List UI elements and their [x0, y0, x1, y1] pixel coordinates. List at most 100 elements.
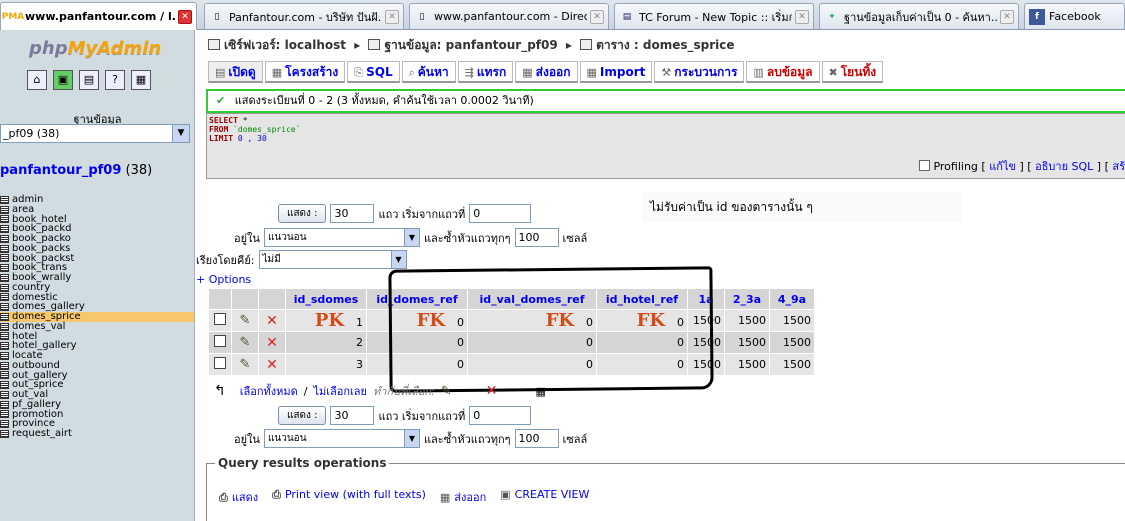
row-checkbox[interactable]	[214, 357, 226, 369]
export-icon[interactable]: ▦	[535, 385, 545, 398]
tab-insert[interactable]: ⇶ แทรก	[457, 61, 514, 83]
check-all-link[interactable]: เลือกทั้งหมด	[240, 382, 298, 400]
table-row[interactable]: ✎ ✕ 2 0 0 0 1500 1500 1500	[209, 332, 814, 353]
table-cell[interactable]: 0	[597, 354, 687, 375]
table-row[interactable]: ✎ ✕ PK 1 FK 0 FK 0 FK 0 1500 1500 1500	[209, 310, 814, 331]
export-link[interactable]: ▦ ส่งออก	[440, 488, 486, 506]
pencil-icon[interactable]: ✎	[240, 313, 251, 328]
database-select[interactable]: _pf09 (38) ▼	[0, 124, 190, 143]
tab-search[interactable]: ⌕ ค้นหา	[401, 61, 456, 83]
row-checkbox[interactable]	[214, 313, 226, 325]
pencil-icon[interactable]: ✎	[240, 357, 251, 372]
tab-empty[interactable]: ▥ ลบข้อมูล	[746, 61, 820, 83]
table-cell[interactable]: 1500	[688, 310, 724, 331]
show-button[interactable]: แสดง :	[278, 406, 327, 425]
table-row[interactable]: ✎ ✕ 3 0 0 0 1500 1500 1500	[209, 354, 814, 375]
home-icon[interactable]: ⌂	[27, 70, 47, 90]
create-php-link[interactable]: สร้	[1112, 160, 1125, 173]
database-name-link[interactable]: panfantour_pf09	[0, 163, 121, 178]
row-checkbox[interactable]	[214, 335, 226, 347]
column-header[interactable]: 4_9a	[770, 289, 814, 309]
options-link[interactable]: + Options	[196, 273, 251, 286]
help-icon[interactable]: ?	[105, 70, 125, 90]
repeat-header-input[interactable]: 100	[514, 228, 559, 247]
tab-sql[interactable]: ⎘ SQL	[347, 61, 400, 83]
tab-operations[interactable]: ⚒ กระบวนการ	[654, 61, 745, 83]
table-cell[interactable]: 1500	[725, 354, 769, 375]
tab-import[interactable]: ▦ Import	[579, 61, 653, 83]
display-mode-select[interactable]: แนวนอน ▼	[263, 228, 420, 247]
pencil-icon[interactable]: ✎	[441, 384, 452, 399]
tab-drop[interactable]: ✖ โยนทิ้ง	[821, 61, 884, 83]
table-cell[interactable]: FK 0	[367, 310, 467, 331]
show-button[interactable]: แสดง :	[278, 204, 327, 223]
chevron-down-icon[interactable]: ▼	[172, 125, 189, 142]
table-cell[interactable]: 1500	[725, 332, 769, 353]
delete-icon[interactable]: ✕	[266, 357, 278, 373]
close-icon[interactable]: ✕	[795, 9, 809, 24]
browser-tab-panfantour[interactable]: ▯ Panfantour.com - บริษัท ปันฝั... ✕	[204, 3, 404, 29]
table-cell[interactable]: PK 1	[286, 310, 366, 331]
tab-export[interactable]: ▦ ส่งออก	[515, 61, 578, 83]
chevron-down-icon[interactable]: ▼	[403, 229, 419, 246]
start-row-input[interactable]: 0	[469, 406, 532, 425]
docs-icon[interactable]: ▦	[131, 70, 151, 90]
table-cell[interactable]: 0	[468, 332, 596, 353]
sort-key-select[interactable]: ไม่มี ▼	[258, 250, 407, 269]
table-cell[interactable]: 0	[367, 354, 467, 375]
tab-structure[interactable]: ▦ โครงสร้าง	[264, 61, 346, 83]
table-cell[interactable]: FK 0	[468, 310, 596, 331]
column-header[interactable]: 1a	[688, 289, 724, 309]
table-cell[interactable]: 0	[468, 354, 596, 375]
database-title[interactable]: panfantour_pf09 (38)	[0, 163, 152, 178]
create-view-link[interactable]: ▣ CREATE VIEW	[500, 488, 589, 506]
delete-icon[interactable]: ✕	[266, 313, 278, 329]
table-cell[interactable]: 0	[367, 332, 467, 353]
rows-input[interactable]: 30	[330, 204, 375, 223]
browser-tab-forum[interactable]: ▤ TC Forum - New Topic :: เริ่มก... ✕	[614, 3, 814, 29]
table-cell[interactable]: 1500	[770, 310, 814, 331]
sql-query-icon[interactable]: ▤	[79, 70, 99, 90]
browser-tab-search[interactable]: ✦ ฐานข้อมูลเก็บค่าเป็น 0 - ค้นหา... ✕	[819, 3, 1019, 29]
table-cell[interactable]: 0	[597, 332, 687, 353]
uncheck-all-link[interactable]: ไม่เลือกเลย	[314, 382, 368, 400]
column-header[interactable]: id_domes_ref	[367, 289, 467, 309]
rows-input[interactable]: 30	[330, 406, 375, 425]
close-icon[interactable]: ✕	[385, 9, 399, 24]
breadcrumb-table[interactable]: domes_sprice	[643, 38, 735, 52]
delete-icon[interactable]: ✕	[266, 335, 278, 351]
pencil-icon[interactable]: ✎	[240, 335, 251, 350]
column-header[interactable]: id_sdomes	[286, 289, 366, 309]
table-cell[interactable]: 1500	[725, 310, 769, 331]
table-cell[interactable]: 1500	[770, 354, 814, 375]
table-cell[interactable]: FK 0	[597, 310, 687, 331]
table-cell[interactable]: 1500	[688, 354, 724, 375]
browser-tab-directory[interactable]: ▯ www.panfantour.com - Direct... ✕	[409, 3, 609, 29]
start-row-input[interactable]: 0	[469, 204, 532, 223]
column-header[interactable]: 2_3a	[725, 289, 769, 309]
close-icon[interactable]: ✕	[590, 9, 604, 24]
display-mode-select[interactable]: แนวนอน ▼	[263, 429, 420, 448]
table-cell[interactable]: 1500	[770, 332, 814, 353]
exit-icon[interactable]: ▣	[53, 70, 73, 90]
repeat-header-input[interactable]: 100	[514, 429, 559, 448]
delete-icon[interactable]: ✕	[486, 383, 498, 399]
profiling-checkbox[interactable]	[919, 160, 931, 171]
browser-tab-phpmyadmin[interactable]: PMA www.panfantour.com / l... ✕	[0, 2, 197, 30]
close-icon[interactable]: ✕	[178, 9, 192, 24]
sidebar-table-item[interactable]: request_airt	[0, 429, 194, 439]
browser-tab-facebook[interactable]: f Facebook	[1024, 3, 1125, 29]
table-cell[interactable]: 1500	[688, 332, 724, 353]
print-link[interactable]: ⎙ แสดง	[219, 488, 258, 506]
column-header[interactable]: id_hotel_ref	[597, 289, 687, 309]
column-header[interactable]: id_val_domes_ref	[468, 289, 596, 309]
print-view-link[interactable]: ⎙ Print view (with full texts)	[272, 488, 426, 506]
table-cell[interactable]: 3	[286, 354, 366, 375]
chevron-down-icon[interactable]: ▼	[390, 251, 406, 268]
breadcrumb-server[interactable]: localhost	[285, 38, 346, 52]
tab-browse[interactable]: ▤ เปิดดู	[208, 61, 263, 83]
table-cell[interactable]: 2	[286, 332, 366, 353]
explain-sql-link[interactable]: อธิบาย SQL	[1035, 160, 1093, 173]
edit-sql-link[interactable]: แก้ไข	[989, 160, 1016, 173]
phpmyadmin-logo[interactable]: phpMyAdmin	[29, 38, 161, 59]
